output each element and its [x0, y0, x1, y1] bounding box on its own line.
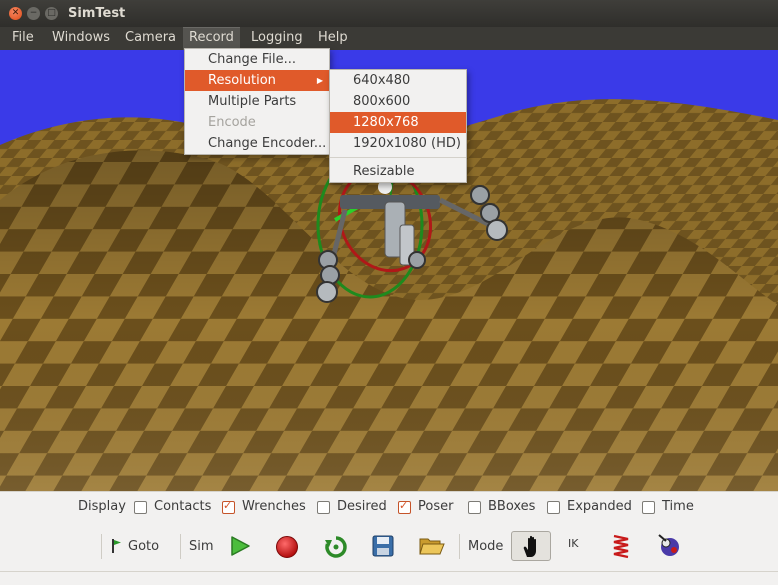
maximize-icon[interactable]: □ — [45, 7, 58, 20]
resolution-submenu: 640x480 800x600 1280x768 1920x1080 (HD) … — [329, 69, 467, 183]
reset-icon[interactable] — [324, 535, 348, 559]
resolution-option[interactable]: 640x480 — [330, 70, 466, 91]
record-icon[interactable] — [275, 535, 299, 559]
time-checkbox[interactable] — [642, 501, 655, 514]
hand-mode-button[interactable] — [511, 531, 551, 561]
menu-item-resolution-label: Resolution — [208, 73, 276, 88]
menu-item-encode: Encode — [208, 115, 256, 130]
robot-icon[interactable] — [656, 532, 682, 558]
menu-record[interactable]: Record — [183, 27, 240, 50]
resolution-option-selected[interactable]: 1280x768 — [330, 112, 466, 133]
hand-icon — [523, 535, 536, 557]
time-label[interactable]: Time — [662, 499, 694, 514]
play-icon[interactable] — [229, 535, 251, 557]
toolbar-separator — [101, 534, 102, 559]
contacts-label[interactable]: Contacts — [154, 499, 211, 514]
resolution-option[interactable]: 1920x1080 (HD) — [330, 133, 466, 154]
window-titlebar: ✕ − □ SimTest — [0, 0, 778, 27]
menu-item-multiple-parts[interactable]: Multiple Parts — [185, 91, 329, 112]
menu-item-change-encoder[interactable]: Change Encoder... — [185, 133, 329, 154]
sim-toolbar: Goto Sim Mode IK — [0, 521, 778, 571]
menu-file[interactable]: File — [6, 27, 40, 50]
submenu-arrow-icon: ▶ — [316, 76, 323, 85]
bboxes-label[interactable]: BBoxes — [488, 499, 535, 514]
toolbar-separator — [180, 534, 181, 559]
status-bar — [0, 571, 778, 585]
open-folder-icon[interactable] — [419, 535, 445, 557]
menu-camera[interactable]: Camera — [119, 27, 182, 50]
expanded-label[interactable]: Expanded — [567, 499, 632, 514]
bboxes-checkbox[interactable] — [468, 501, 481, 514]
goto-button[interactable]: Goto — [128, 539, 159, 554]
display-options-bar: Display Contacts Wrenches Desired Poser … — [0, 491, 778, 522]
minimize-icon[interactable]: − — [27, 7, 40, 20]
poser-checkbox[interactable] — [398, 499, 411, 514]
poser-label[interactable]: Poser — [418, 499, 453, 514]
menubar: File Windows Camera Record Logging Help — [0, 27, 778, 50]
toolbar-separator — [459, 534, 460, 559]
menu-item-change-file[interactable]: Change File... — [185, 49, 329, 70]
wrenches-label[interactable]: Wrenches — [242, 499, 306, 514]
desired-label[interactable]: Desired — [337, 499, 387, 514]
resolution-option[interactable]: 800x600 — [330, 91, 466, 112]
display-label: Display — [78, 499, 126, 514]
spring-icon[interactable] — [610, 533, 632, 559]
menu-logging[interactable]: Logging — [245, 27, 309, 50]
mode-label: Mode — [468, 539, 504, 554]
window-title: SimTest — [68, 6, 126, 21]
menu-item-resolution[interactable]: Resolution ▶ — [185, 70, 329, 91]
resolution-option[interactable]: Resizable — [330, 161, 466, 182]
expanded-checkbox[interactable] — [547, 501, 560, 514]
ik-mode-button[interactable]: IK — [568, 537, 578, 550]
close-icon[interactable]: ✕ — [9, 7, 22, 20]
sim-label: Sim — [189, 539, 214, 554]
desired-checkbox[interactable] — [317, 501, 330, 514]
save-icon[interactable] — [372, 535, 394, 557]
menu-help[interactable]: Help — [312, 27, 354, 50]
contacts-checkbox[interactable] — [134, 501, 147, 514]
menu-separator — [330, 157, 466, 158]
menu-windows[interactable]: Windows — [46, 27, 116, 50]
wrenches-checkbox[interactable] — [222, 499, 235, 514]
record-menu: Change File... Resolution ▶ Multiple Part… — [184, 48, 330, 155]
flag-icon[interactable] — [111, 538, 123, 554]
